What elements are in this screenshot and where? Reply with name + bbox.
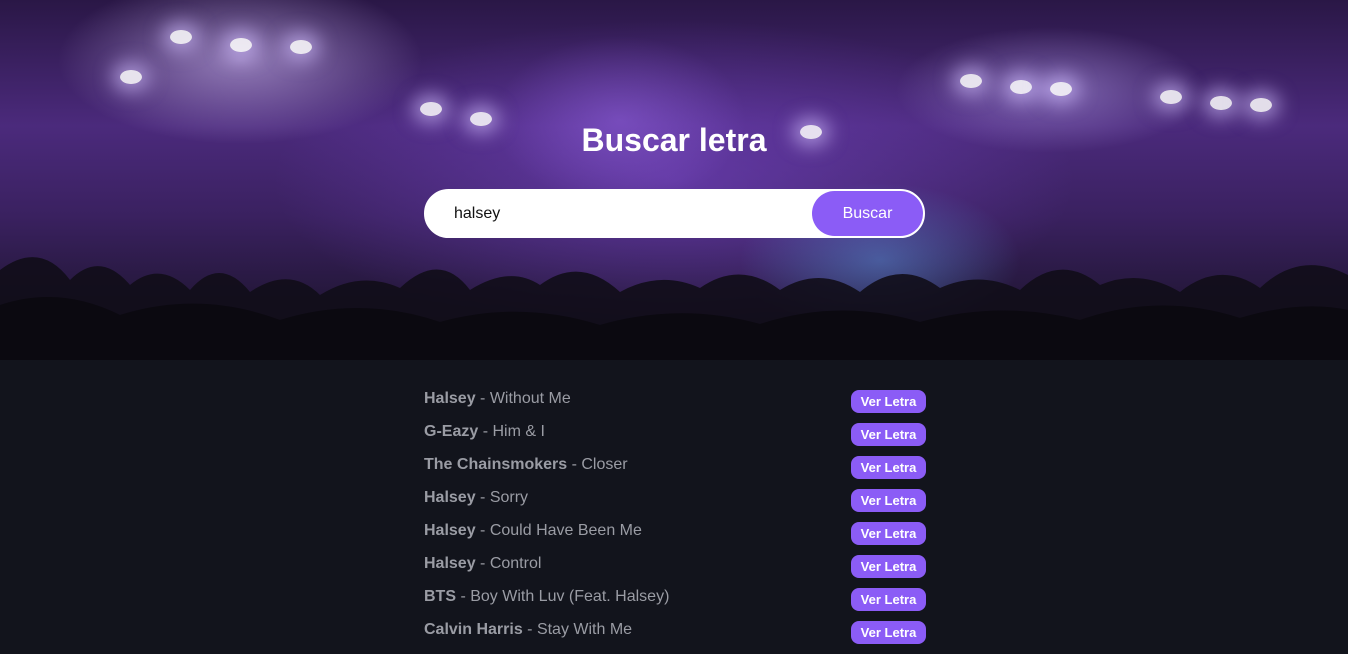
artist-name: Calvin Harris [424,621,523,638]
list-item: Halsey - Without Me Ver Letra [424,388,926,421]
song-info: Halsey - Without Me [424,388,571,408]
separator: - [478,423,493,440]
separator: - [567,456,582,473]
artist-name: BTS [424,588,456,605]
list-item: Calvin Harris - Stay With Me Ver Letra [424,619,926,652]
view-lyrics-button[interactable]: Ver Letra [851,423,926,446]
song-title: Sorry [489,489,529,506]
view-lyrics-button[interactable]: Ver Letra [851,489,926,512]
song-info: Calvin Harris - Stay With Me [424,619,632,639]
view-lyrics-button[interactable]: Ver Letra [851,522,926,545]
artist-name: Halsey [424,555,476,572]
view-lyrics-button[interactable]: Ver Letra [851,456,926,479]
song-info: G-Eazy - Him & I [424,421,545,441]
separator: - [475,489,490,506]
artist-name: G-Eazy [424,423,479,440]
song-title: Could Have Been Me [489,522,642,539]
hero-banner: Buscar letra Buscar [0,0,1348,360]
separator: - [456,588,471,605]
artist-name: Halsey [424,489,476,506]
view-lyrics-button[interactable]: Ver Letra [851,555,926,578]
view-lyrics-button[interactable]: Ver Letra [851,621,926,644]
artist-name: The Chainsmokers [424,456,568,473]
page-title: Buscar letra [581,122,767,158]
song-title: Control [489,555,542,572]
song-info: Halsey - Sorry [424,487,528,507]
separator: - [475,390,490,407]
list-item: G-Eazy - Him & I Ver Letra [424,421,926,454]
search-button[interactable]: Buscar [812,191,923,236]
crowd-silhouette [0,257,1348,360]
list-item: BTS - Boy With Luv (Feat. Halsey) Ver Le… [424,586,926,619]
view-lyrics-button[interactable]: Ver Letra [851,588,926,611]
list-item: Halsey - Could Have Been Me Ver Letra [424,520,926,553]
search-input[interactable] [454,191,804,236]
view-lyrics-button[interactable]: Ver Letra [851,390,926,413]
artist-name: Halsey [424,390,476,407]
search-form: Buscar [424,189,925,238]
list-item: Halsey - Sorry Ver Letra [424,487,926,520]
song-info: Halsey - Control [424,553,541,573]
list-item: Halsey - Control Ver Letra [424,553,926,586]
separator: - [475,522,490,539]
results-list: Halsey - Without Me Ver Letra G-Eazy - H… [424,388,926,652]
song-title: Boy With Luv (Feat. Halsey) [470,588,670,605]
song-info: Halsey - Could Have Been Me [424,520,642,540]
song-info: The Chainsmokers - Closer [424,454,628,474]
artist-name: Halsey [424,522,476,539]
song-info: BTS - Boy With Luv (Feat. Halsey) [424,586,669,606]
song-title: Stay With Me [536,621,633,638]
separator: - [522,621,537,638]
separator: - [475,555,490,572]
list-item: The Chainsmokers - Closer Ver Letra [424,454,926,487]
song-title: Closer [581,456,628,473]
song-title: Him & I [492,423,545,440]
song-title: Without Me [489,390,571,407]
